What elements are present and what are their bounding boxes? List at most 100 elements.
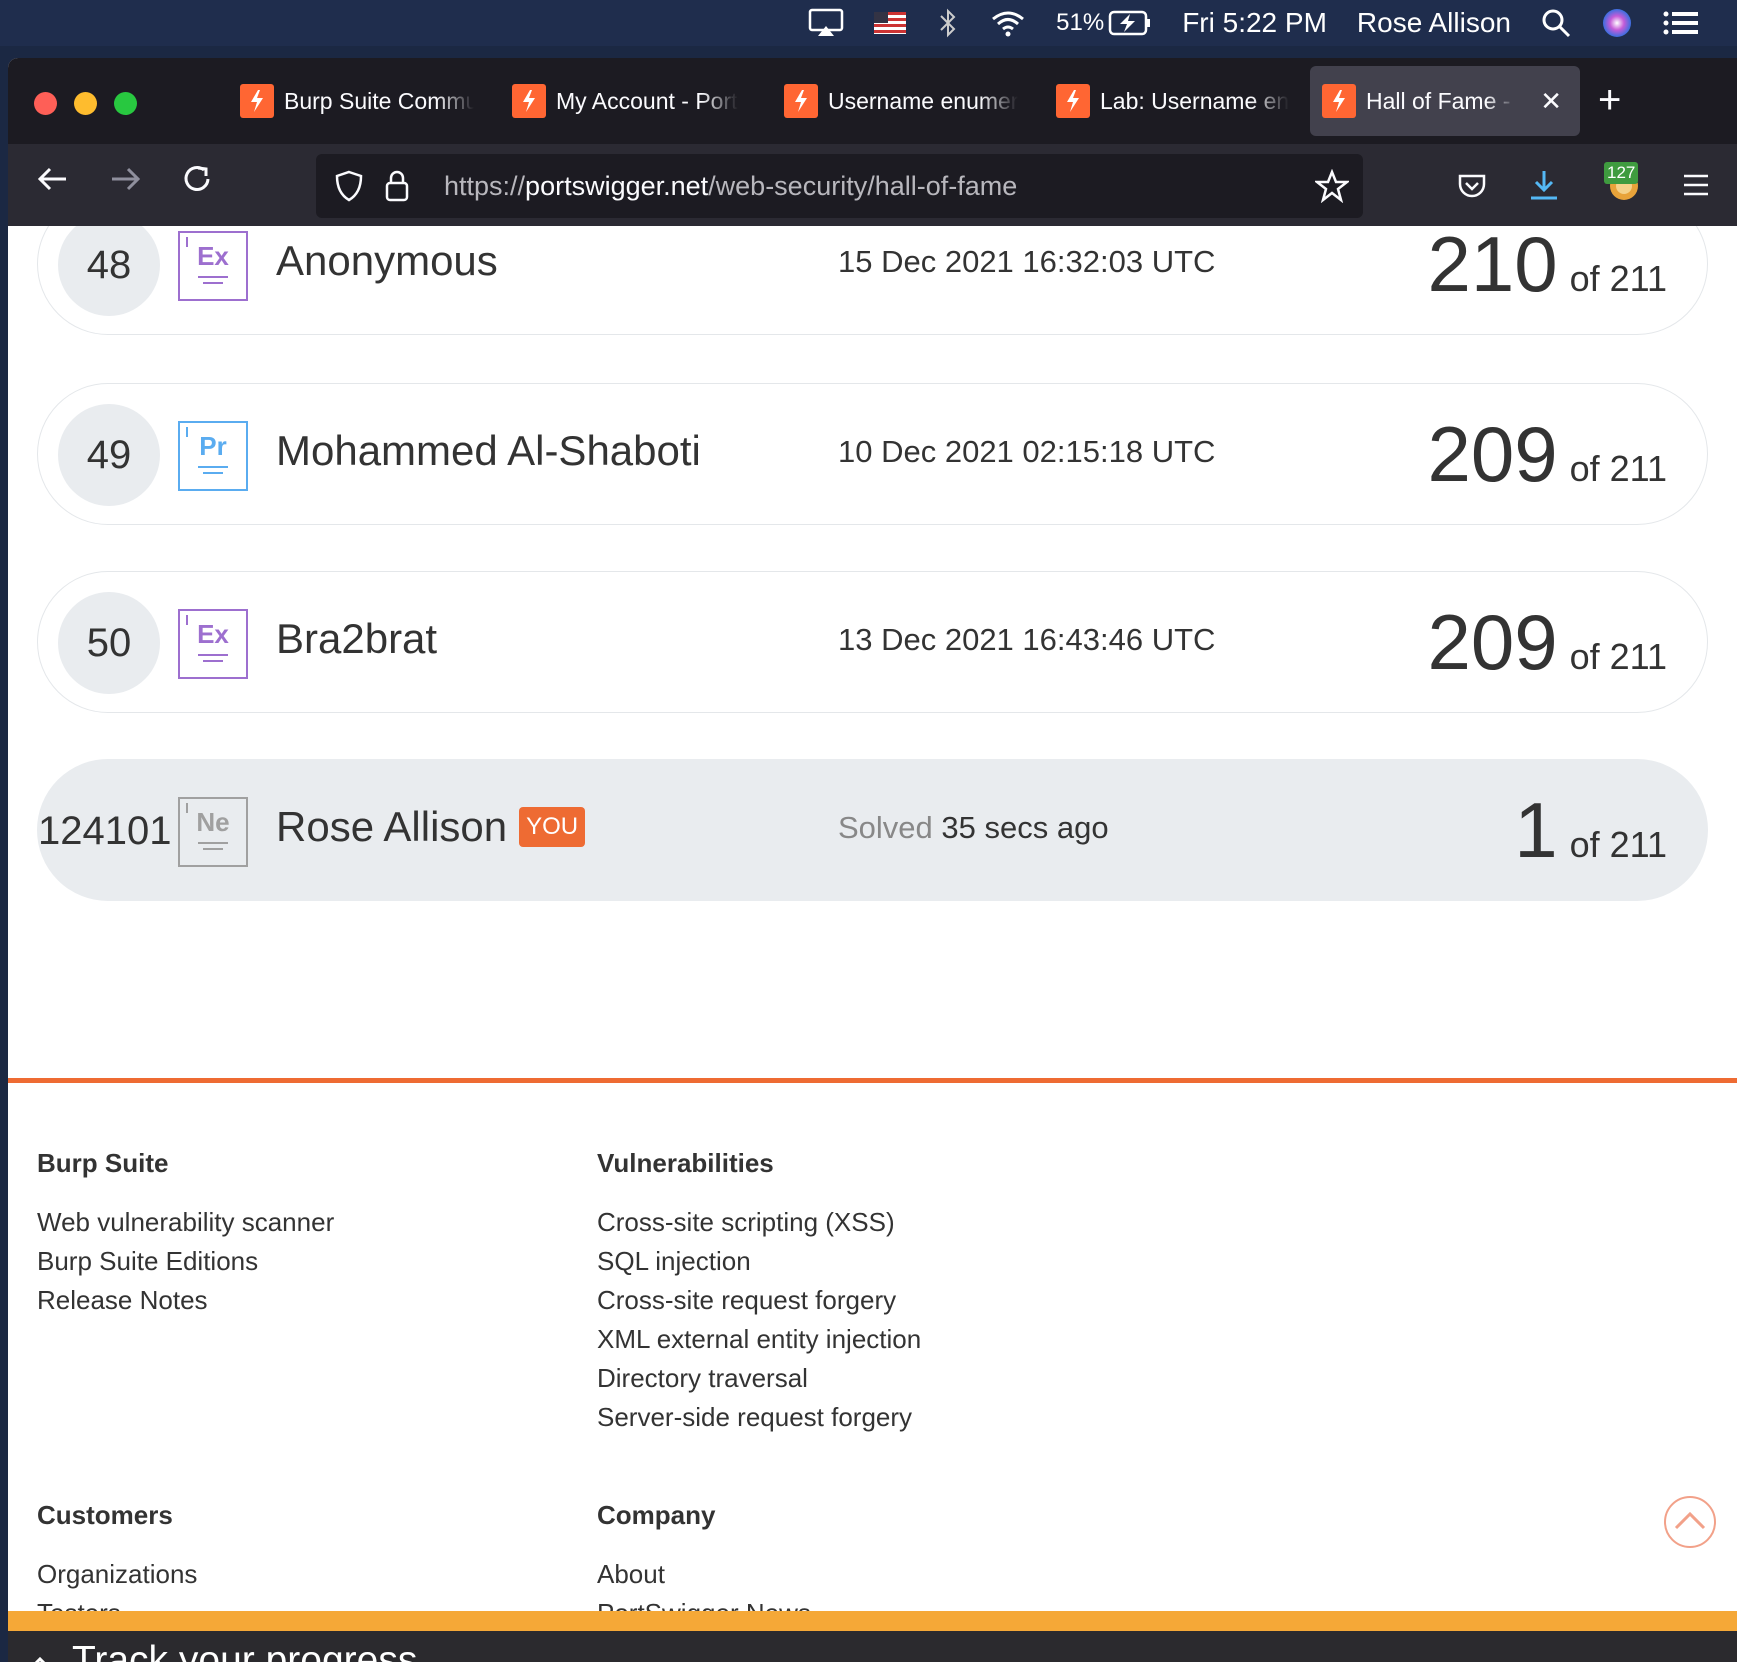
tab-lab-username[interactable]: Lab: Username en xyxy=(1044,66,1306,136)
player-name: Bra2brat xyxy=(276,615,438,662)
battery-percent: 51% xyxy=(1056,9,1105,36)
portswigger-favicon-icon xyxy=(240,84,274,118)
score-total: of 211 xyxy=(1569,824,1667,865)
score: 1 of 211 xyxy=(1514,780,1667,880)
page-content: 48 Ex Anonymous 15 Dec 2021 16:32:03 UTC… xyxy=(8,226,1737,1662)
score-value: 210 xyxy=(1427,226,1558,308)
url-path: /web-security/hall-of-fame xyxy=(708,170,1018,201)
tracking-protection-shield-icon[interactable] xyxy=(334,169,364,203)
scroll-to-top-button[interactable] xyxy=(1664,1496,1716,1548)
footer-link[interactable]: Cross-site request forgery xyxy=(597,1281,921,1320)
leaderboard-row-current-user[interactable]: 124101 Ne Rose Allison YOU Solved 35 secs… xyxy=(37,759,1708,901)
reload-icon xyxy=(184,166,210,191)
address-bar[interactable]: https://portswigger.net/web-security/hal… xyxy=(316,154,1363,218)
score-total: of 211 xyxy=(1569,636,1667,677)
tab-my-account[interactable]: My Account - Port xyxy=(500,66,762,136)
spotlight-search-icon[interactable] xyxy=(1541,8,1571,38)
expert-level-badge: Ex xyxy=(178,231,248,301)
battery-charging-icon xyxy=(1108,10,1151,36)
track-progress-bar[interactable]: Track your progress xyxy=(8,1631,1737,1662)
rank-number: 48 xyxy=(58,226,160,316)
footer-link[interactable]: Cross-site scripting (XSS) xyxy=(597,1203,921,1242)
browser-window: Burp Suite Commu My Account - Port Usern… xyxy=(8,58,1737,1662)
us-flag-icon[interactable] xyxy=(874,12,907,34)
rank-number: 50 xyxy=(58,592,160,694)
hamburger-menu-icon[interactable] xyxy=(1682,172,1710,198)
badge-label: Ne xyxy=(196,807,230,837)
footer-link[interactable]: XML external entity injection xyxy=(597,1320,921,1359)
close-tab-icon[interactable]: ✕ xyxy=(1540,86,1562,117)
footer-link[interactable]: Burp Suite Editions xyxy=(37,1242,334,1281)
footer-link[interactable]: SQL injection xyxy=(597,1242,921,1281)
wifi-icon[interactable] xyxy=(990,9,1026,37)
new-tab-button[interactable]: + xyxy=(1598,78,1621,122)
tab-username-enumeration[interactable]: Username enumer xyxy=(772,66,1034,136)
tab-label: Lab: Username en xyxy=(1100,87,1290,114)
footer-column-burp-suite: Burp Suite Web vulnerability scanner Bur… xyxy=(37,1148,334,1320)
tab-label: My Account - Port xyxy=(556,87,738,114)
rank-number: 124101 xyxy=(38,808,172,853)
footer-link[interactable]: Server-side request forgery xyxy=(597,1398,921,1437)
solve-date: 35 secs ago xyxy=(941,810,1109,845)
footer-link[interactable]: Directory traversal xyxy=(597,1359,921,1398)
footer-heading: Company xyxy=(597,1500,716,1530)
portswigger-favicon-icon xyxy=(784,84,818,118)
footer-link[interactable]: About xyxy=(597,1555,811,1594)
menubar-clock[interactable]: Fri 5:22 PM xyxy=(1182,7,1327,39)
tab-label: Burp Suite Commu xyxy=(284,87,474,114)
lock-icon[interactable] xyxy=(384,169,410,203)
footer-link[interactable]: Web vulnerability scanner xyxy=(37,1203,334,1242)
score: 210 of 211 xyxy=(1427,226,1667,314)
player-name: Rose Allison xyxy=(276,803,508,850)
minimize-window-button[interactable] xyxy=(74,92,97,115)
reload-button[interactable] xyxy=(180,162,214,205)
footer-heading: Customers xyxy=(37,1500,173,1530)
leaderboard-row[interactable]: 50 Ex Bra2brat 13 Dec 2021 16:43:46 UTC … xyxy=(37,571,1708,713)
newcomer-level-badge: Ne xyxy=(178,797,248,867)
airplay-icon[interactable] xyxy=(808,8,844,38)
tab-label: Username enumer xyxy=(828,87,1018,114)
footer-link[interactable]: Release Notes xyxy=(37,1281,334,1320)
back-button[interactable] xyxy=(36,162,70,205)
expert-level-badge: Ex xyxy=(178,609,248,679)
practitioner-level-badge: Pr xyxy=(178,421,248,491)
extension-button[interactable]: 127 xyxy=(1602,158,1650,210)
extension-badge: 127 xyxy=(1604,162,1639,184)
url-scheme: https:// xyxy=(444,170,526,201)
leaderboard-row[interactable]: 48 Ex Anonymous 15 Dec 2021 16:32:03 UTC… xyxy=(37,226,1708,335)
forward-button[interactable] xyxy=(108,162,142,205)
footer-link[interactable]: Organizations xyxy=(37,1555,197,1594)
bookmark-star-icon[interactable] xyxy=(1315,169,1349,203)
url-domain: portswigger.net xyxy=(525,170,709,201)
siri-icon[interactable] xyxy=(1601,7,1633,39)
tab-strip: Burp Suite Commu My Account - Port Usern… xyxy=(8,58,1737,144)
chevron-up-icon xyxy=(34,1656,46,1662)
chevron-up-icon xyxy=(1674,1511,1706,1530)
track-progress-label: Track your progress xyxy=(72,1639,418,1662)
portswigger-favicon-icon xyxy=(512,84,546,118)
you-badge: YOU xyxy=(519,807,586,847)
zoom-window-button[interactable] xyxy=(114,92,137,115)
back-arrow-icon xyxy=(37,167,66,191)
solve-time: Solved 35 secs ago xyxy=(838,810,1109,846)
close-window-button[interactable] xyxy=(34,92,57,115)
score-value: 209 xyxy=(1427,598,1558,686)
macos-menubar: 51% Fri 5:22 PM Rose Allison xyxy=(0,0,1737,46)
player-name: Anonymous xyxy=(276,237,498,284)
battery-status[interactable]: 51% xyxy=(1056,9,1152,37)
pocket-icon[interactable] xyxy=(1456,170,1488,202)
score-value: 1 xyxy=(1514,786,1558,874)
bluetooth-icon[interactable] xyxy=(936,8,960,38)
tab-hall-of-fame[interactable]: Hall of Fame - W ✕ xyxy=(1310,66,1580,136)
badge-label: Ex xyxy=(197,619,229,649)
tab-burp-suite[interactable]: Burp Suite Commu xyxy=(228,66,490,136)
forward-arrow-icon xyxy=(112,167,141,191)
menubar-user[interactable]: Rose Allison xyxy=(1357,7,1511,39)
downloads-icon[interactable] xyxy=(1528,168,1560,202)
solved-label: Solved xyxy=(838,810,933,845)
leaderboard-row[interactable]: 49 Pr Mohammed Al-Shaboti 10 Dec 2021 02… xyxy=(37,383,1708,525)
progress-accent-strip xyxy=(8,1611,1737,1631)
notification-center-icon[interactable] xyxy=(1663,10,1699,36)
footer-heading: Vulnerabilities xyxy=(597,1148,774,1178)
url-text[interactable]: https://portswigger.net/web-security/hal… xyxy=(444,171,1017,202)
